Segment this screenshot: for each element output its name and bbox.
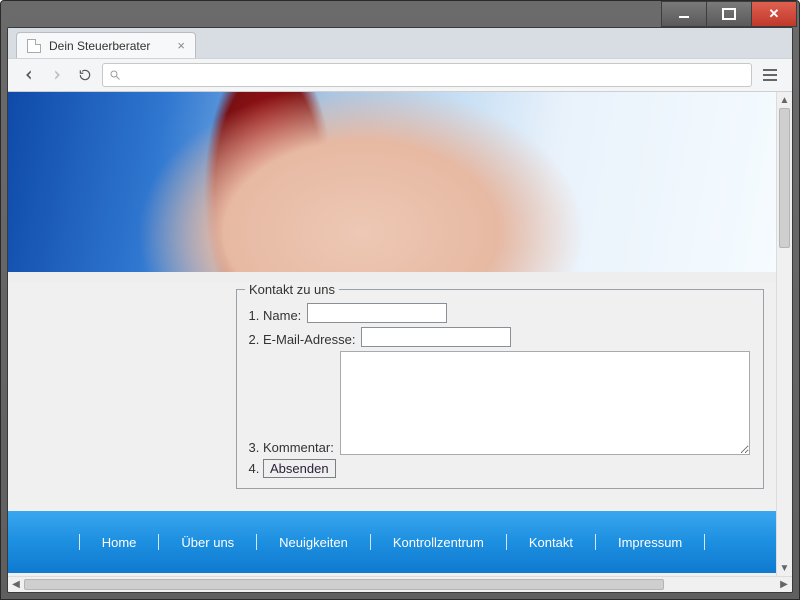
window-minimize-button[interactable]	[661, 1, 707, 27]
contact-fieldset: Kontakt zu uns Name: E-Mail-Adresse:	[236, 282, 764, 489]
form-row-comment: Kommentar:	[263, 349, 755, 457]
contact-legend: Kontakt zu uns	[245, 282, 339, 297]
hamburger-icon	[763, 69, 777, 71]
main-content: Kontakt zu uns Name: E-Mail-Adresse:	[8, 282, 764, 489]
page-icon	[27, 39, 41, 53]
viewport: Kontakt zu uns Name: E-Mail-Adresse:	[8, 92, 792, 576]
footer-link-home[interactable]: Home	[80, 535, 159, 550]
browser-menu-button[interactable]	[758, 64, 782, 86]
back-button[interactable]	[18, 64, 40, 86]
titlebar	[1, 1, 799, 27]
nav-separator	[704, 534, 705, 550]
name-input[interactable]	[307, 303, 447, 323]
scroll-thumb[interactable]	[779, 108, 790, 248]
window-close-button[interactable]	[751, 1, 797, 27]
scroll-down-icon[interactable]: ▼	[777, 560, 792, 576]
page-content: Kontakt zu uns Name: E-Mail-Adresse:	[8, 92, 776, 576]
header-banner-image	[8, 92, 776, 282]
window-maximize-button[interactable]	[706, 1, 752, 27]
footer-link-impressum[interactable]: Impressum	[596, 535, 704, 550]
scroll-thumb-h[interactable]	[24, 579, 664, 590]
os-window: Dein Steuerberater ×	[0, 0, 800, 600]
vertical-scrollbar[interactable]: ▲ ▼	[776, 92, 792, 576]
form-row-name: Name:	[263, 301, 755, 325]
browser-tab[interactable]: Dein Steuerberater ×	[16, 32, 196, 58]
reload-icon	[78, 68, 92, 82]
browser-window: Dein Steuerberater ×	[7, 27, 793, 593]
scroll-up-icon[interactable]: ▲	[777, 92, 792, 108]
scroll-track[interactable]	[24, 577, 776, 592]
footer-link-control[interactable]: Kontrollzentrum	[371, 535, 506, 550]
name-label: Name:	[263, 308, 301, 323]
email-input[interactable]	[361, 327, 511, 347]
email-label: E-Mail-Adresse:	[263, 332, 355, 347]
submit-button[interactable]: Absenden	[263, 459, 336, 478]
footer-link-contact[interactable]: Kontakt	[507, 535, 595, 550]
comment-textarea[interactable]	[340, 351, 750, 455]
footer-nav: Home Über uns Neuigkeiten Kontrollzentru…	[8, 511, 776, 573]
browser-toolbar	[8, 58, 792, 92]
contact-form-list: Name: E-Mail-Adresse:	[263, 301, 755, 480]
tab-title: Dein Steuerberater	[49, 39, 150, 53]
reload-button[interactable]	[74, 64, 96, 86]
tab-strip: Dein Steuerberater ×	[8, 28, 792, 58]
scroll-right-icon[interactable]: ▶	[776, 579, 792, 590]
tab-close-icon[interactable]: ×	[177, 38, 185, 53]
form-row-email: E-Mail-Adresse:	[263, 325, 755, 349]
footer-link-about[interactable]: Über uns	[159, 535, 256, 550]
comment-label: Kommentar:	[263, 440, 334, 455]
footer-link-news[interactable]: Neuigkeiten	[257, 535, 370, 550]
forward-button[interactable]	[46, 64, 68, 86]
address-bar[interactable]	[102, 63, 752, 87]
arrow-right-icon	[50, 68, 64, 82]
form-row-submit: Absenden	[263, 457, 755, 480]
arrow-left-icon	[22, 68, 36, 82]
search-icon	[109, 69, 121, 81]
horizontal-scrollbar[interactable]: ◀ ▶	[8, 576, 792, 592]
address-input[interactable]	[127, 68, 745, 82]
scroll-left-icon[interactable]: ◀	[8, 579, 24, 590]
